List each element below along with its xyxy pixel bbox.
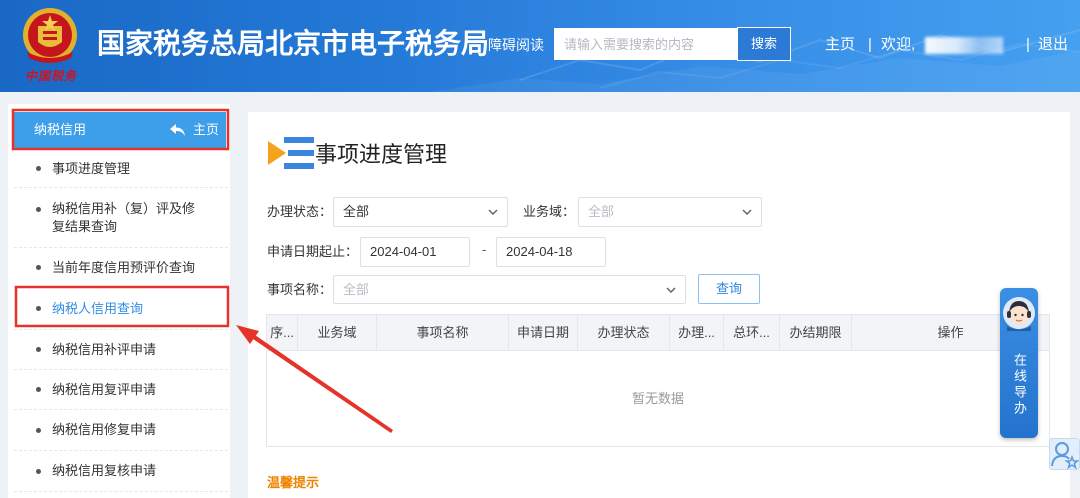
sidebar-item-credit-review[interactable]: 纳税信用复核申请 bbox=[14, 451, 228, 492]
start-date-input[interactable]: 2024-04-01 bbox=[360, 237, 470, 267]
sidebar-item-credit-repair[interactable]: 纳税信用修复申请 bbox=[14, 410, 228, 451]
sidebar-item-pre-evaluation-query[interactable]: 当前年度信用预评价查询 bbox=[14, 248, 228, 288]
bullet-dot bbox=[36, 306, 41, 311]
end-date-value[interactable]: 2024-04-18 bbox=[506, 243, 573, 261]
sidebar-item-progress-management[interactable]: 事项进度管理 bbox=[14, 150, 228, 188]
username-redacted bbox=[925, 37, 1003, 54]
column-header-item-name: 事项名称 bbox=[377, 315, 509, 350]
chevron-down-icon[interactable] bbox=[742, 209, 752, 215]
page-title: 事项进度管理 bbox=[315, 142, 448, 167]
sidebar-item-label[interactable]: 事项进度管理 bbox=[52, 160, 204, 178]
tax-emblem-logo[interactable] bbox=[21, 7, 79, 67]
sidebar-home-label[interactable]: 主页 bbox=[193, 121, 219, 139]
bullet-dot bbox=[36, 166, 41, 171]
sidebar-item-label[interactable]: 纳税信用修复申请 bbox=[52, 421, 204, 439]
date-range-label: 申请日期起止： bbox=[267, 244, 359, 259]
column-header-total-steps: 总环... bbox=[724, 315, 780, 350]
sidebar-item-label[interactable]: 纳税人信用查询 bbox=[52, 300, 204, 318]
nav-separator: | bbox=[1026, 36, 1030, 53]
domain-select[interactable]: 全部 bbox=[578, 197, 762, 227]
column-header-domain: 业务域 bbox=[298, 315, 377, 350]
domain-label: 业务域： bbox=[523, 204, 576, 219]
status-select[interactable]: 全部 bbox=[333, 197, 508, 227]
sidebar-home-link[interactable]: 主页 bbox=[170, 121, 219, 139]
welcome-text: 欢迎, bbox=[881, 36, 916, 53]
bullet-dot bbox=[36, 387, 41, 392]
start-date-value[interactable]: 2024-04-01 bbox=[370, 243, 437, 261]
customer-service-avatar-icon[interactable] bbox=[1002, 295, 1036, 331]
logout-link[interactable]: 退出 bbox=[1038, 35, 1068, 55]
status-select-value[interactable]: 全部 bbox=[343, 203, 369, 221]
bullet-dot bbox=[36, 427, 41, 433]
table-empty-message: 暂无数据 bbox=[631, 391, 684, 406]
results-table: 序... 业务域 事项名称 申请日期 办理状态 办理... 总环... 办结期限… bbox=[266, 314, 1050, 447]
sidebar-header: 纳税信用 主页 bbox=[14, 112, 226, 148]
search-button[interactable]: 搜索 bbox=[737, 27, 791, 61]
online-guide-widget[interactable]: 在线导办 bbox=[1000, 288, 1038, 438]
bullet-dot bbox=[36, 468, 41, 474]
accessibility-reading-link[interactable]: 障碍阅读 bbox=[488, 36, 544, 54]
column-header-handling: 办理... bbox=[670, 315, 724, 350]
sidebar-item-re-evaluation[interactable]: 纳税信用复评申请 bbox=[14, 370, 228, 410]
nav-home-link[interactable]: 主页 bbox=[825, 35, 855, 55]
chevron-down-icon[interactable] bbox=[488, 209, 498, 215]
bullet-dot bbox=[36, 206, 41, 212]
main-panel: 事项进度管理 办理状态： 全部 业务域： 全部 申请日期起止： 2024-04-… bbox=[248, 112, 1070, 498]
site-title: 国家税务总局北京市电子税务局 bbox=[97, 28, 490, 59]
item-name-label: 事项名称： bbox=[267, 282, 333, 297]
date-range-separator: - bbox=[482, 242, 487, 257]
sidebar-item-credit-result-query[interactable]: 纳税信用补（复）评及修复结果查询 bbox=[14, 188, 228, 248]
sidebar-title: 纳税信用 bbox=[34, 122, 87, 137]
sidebar-item-label[interactable]: 纳税信用复评申请 bbox=[52, 381, 204, 399]
nav-separator: | bbox=[868, 36, 872, 53]
warm-tip-title: 温馨提示 bbox=[267, 475, 320, 490]
sidebar-item-label[interactable]: 纳税信用补（复）评及修复结果查询 bbox=[52, 200, 204, 236]
column-header-apply-date: 申请日期 bbox=[509, 315, 578, 350]
item-name-placeholder[interactable]: 全部 bbox=[343, 281, 369, 299]
bullet-dot bbox=[36, 347, 41, 352]
table-header-row: 序... 业务域 事项名称 申请日期 办理状态 办理... 总环... 办结期限… bbox=[267, 315, 1049, 351]
sidebar-item-label[interactable]: 当前年度信用预评价查询 bbox=[52, 259, 204, 277]
logo-caption: 中国税务 bbox=[25, 69, 78, 83]
bullet-dot bbox=[36, 265, 41, 270]
reply-arrow-icon[interactable] bbox=[170, 124, 185, 136]
search-input[interactable] bbox=[554, 28, 737, 60]
column-header-index: 序... bbox=[267, 315, 298, 350]
domain-select-placeholder[interactable]: 全部 bbox=[588, 203, 614, 221]
list-title-icon bbox=[268, 137, 314, 169]
online-guide-label[interactable]: 在线导办 bbox=[1011, 353, 1027, 417]
query-button[interactable]: 查询 bbox=[698, 274, 760, 304]
column-header-status: 办理状态 bbox=[578, 315, 670, 350]
sidebar-item-label[interactable]: 纳税信用补评申请 bbox=[52, 341, 204, 359]
column-header-deadline: 办结期限 bbox=[780, 315, 852, 350]
sidebar-menu: 纳税信用 主页 事项进度管理 纳税信用补（复）评及修复结果查询 当前年度信用预评… bbox=[8, 104, 230, 498]
status-label: 办理状态： bbox=[267, 204, 333, 219]
site-header: 中国税务 国家税务总局北京市电子税务局 障碍阅读 搜索 主页 | 欢迎, | 退… bbox=[0, 0, 1080, 92]
end-date-input[interactable]: 2024-04-18 bbox=[496, 237, 606, 267]
chevron-down-icon[interactable] bbox=[666, 287, 676, 293]
sidebar-item-supplementary-evaluation[interactable]: 纳税信用补评申请 bbox=[14, 330, 228, 370]
user-favorite-icon[interactable] bbox=[1049, 438, 1080, 470]
item-name-select[interactable]: 全部 bbox=[333, 275, 686, 304]
sidebar-item-taxpayer-credit-query[interactable]: 纳税人信用查询 bbox=[14, 288, 228, 330]
sidebar-item-label[interactable]: 纳税信用复核申请 bbox=[52, 462, 204, 480]
